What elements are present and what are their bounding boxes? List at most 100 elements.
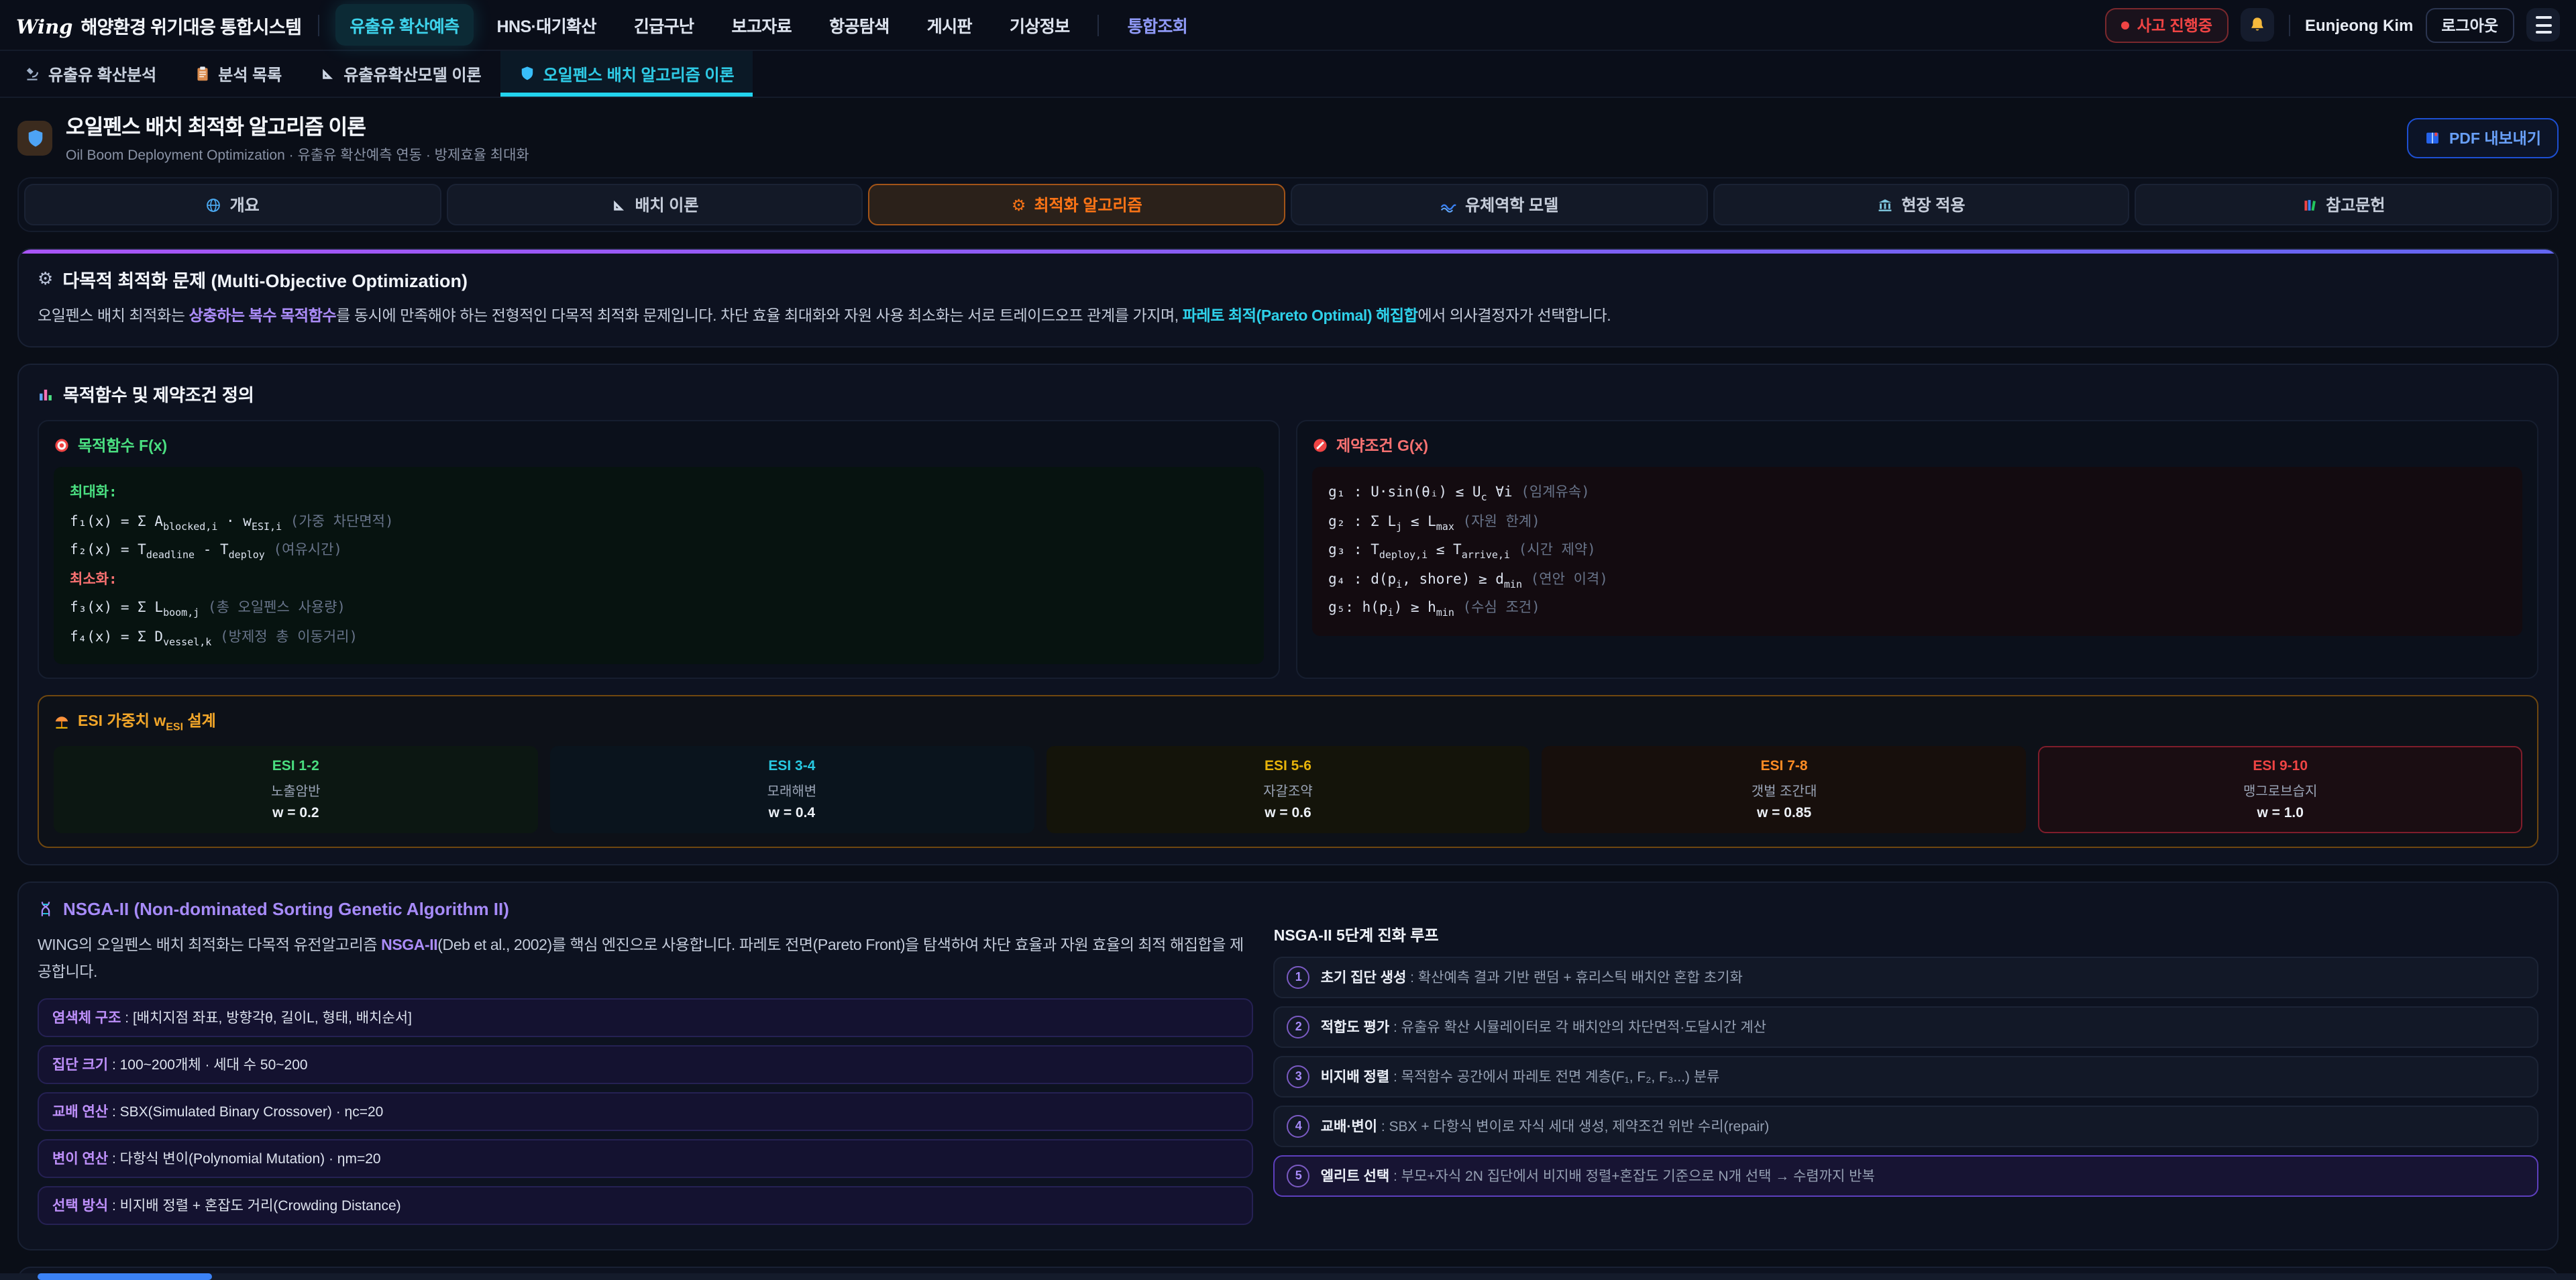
divider	[2289, 14, 2290, 36]
objective-panel: 목적함수 F(x) 최대화: f₁(x) = Σ Ablocked,i · wE…	[38, 420, 1280, 679]
nsga-card: NSGA-II (Non-dominated Sorting Genetic A…	[17, 881, 2559, 1250]
nsga-paragraph: WING의 오일펜스 배치 최적화는 다목적 유전알고리즘 NSGA-II(De…	[38, 932, 1254, 986]
page-header: 오일펜스 배치 최적화 알고리즘 이론 Oil Boom Deployment …	[17, 111, 2559, 165]
globe-icon	[206, 197, 222, 213]
multi-objective-paragraph: 오일펜스 배치 최적화는 상충하는 복수 목적함수를 동시에 만족해야 하는 전…	[38, 303, 2538, 330]
page-subtitle: Oil Boom Deployment Optimization · 유출유 확…	[66, 145, 529, 165]
wave-icon	[1440, 197, 1457, 213]
esi-weights-card: ESI 가중치 wESI 설계 ESI 1-2 노출암반 w = 0.2 ESI…	[38, 695, 2538, 847]
param-selection: 선택 방식 : 비지배 정렬 + 혼잡도 거리(Crowding Distanc…	[38, 1186, 1254, 1225]
objective-panel-title: 목적함수 F(x)	[54, 435, 1264, 456]
tab-hydrodynamics-model[interactable]: 유체역학 모델	[1291, 184, 1707, 225]
nav-aerial-search[interactable]: 항공탐색	[814, 4, 904, 46]
nav-reports[interactable]: 보고자료	[716, 4, 806, 46]
bell-icon	[2249, 16, 2266, 34]
nav-oil-spill-prediction[interactable]: 유출유 확산예측	[335, 4, 474, 46]
objective-f1: f₁(x) = Σ Ablocked,i · wESI,i (가중 차단면적)	[70, 508, 1248, 537]
notifications-button[interactable]	[2241, 8, 2274, 42]
top-right-controls: 사고 진행중 Eunjeong Kim 로그아웃	[2105, 7, 2560, 42]
target-icon	[54, 437, 70, 454]
bar-chart-icon	[38, 386, 54, 402]
incident-badge-label: 사고 진행중	[2137, 14, 2212, 36]
tab-field-application[interactable]: 현장 적용	[1713, 184, 2129, 225]
sub-tab-bar: 유출유 확산분석 분석 목록 유출유확산모델 이론 오일펜스 배치 알고리즘 이…	[0, 51, 2576, 98]
tab-optimization-algorithm[interactable]: ⚙ 최적화 알고리즘	[869, 184, 1285, 225]
constraint-g1: g₁ : U·sin(θᵢ) ≤ Uc ∀i (임계유속)	[1328, 479, 2506, 508]
building-icon	[1877, 197, 1893, 213]
gear-icon: ⚙	[1012, 195, 1026, 214]
subtab-spill-analysis[interactable]: 유출유 확산분석	[5, 51, 175, 97]
menu-icon	[2535, 16, 2551, 19]
esi-tile-grid: ESI 1-2 노출암반 w = 0.2 ESI 3-4 모래해변 w = 0.…	[54, 745, 2522, 833]
app-root: Wing 해양환경 위기대응 통합시스템 유출유 확산예측 HNS·대기확산 긴…	[0, 0, 2576, 1280]
esi-tile-7-8: ESI 7-8 갯벌 조간대 w = 0.85	[1542, 745, 2027, 833]
constraint-g3: g₃ : Tdeploy,i ≤ Tarrive,i (시간 제약)	[1328, 537, 2506, 566]
page-title-block: 오일펜스 배치 최적화 알고리즘 이론 Oil Boom Deployment …	[66, 111, 529, 165]
shield-icon	[519, 66, 535, 82]
param-crossover: 교배 연산 : SBX(Simulated Binary Crossover) …	[38, 1092, 1254, 1131]
clipboard-icon	[194, 66, 210, 82]
user-name: Eunjeong Kim	[2305, 15, 2413, 34]
nav-emergency-rescue[interactable]: 긴급구난	[619, 4, 709, 46]
app-logo[interactable]: Wing 해양환경 위기대응 통합시스템	[16, 11, 301, 38]
books-icon	[2302, 197, 2318, 213]
constraint-g5: g₅: h(pi) ≥ hmin (수심 조건)	[1328, 594, 2506, 623]
nav-integrated-search[interactable]: 통합조회	[1113, 4, 1203, 46]
step-number-icon: 4	[1287, 1114, 1310, 1137]
constraints-panel: 제약조건 G(x) g₁ : U·sin(θᵢ) ≤ Uc ∀i (임계유속) …	[1296, 420, 2538, 679]
set-square-icon	[319, 66, 335, 82]
status-dot-icon	[2121, 21, 2129, 29]
logout-button[interactable]: 로그아웃	[2425, 7, 2514, 42]
tab-references[interactable]: 참고문헌	[2135, 184, 2552, 225]
minimize-label: 최소화:	[70, 566, 1248, 594]
param-population: 집단 크기 : 100~200개체 · 세대 수 50~200	[38, 1045, 1254, 1084]
tab-deployment-theory[interactable]: 배치 이론	[446, 184, 863, 225]
section-tab-bar: 개요 배치 이론 ⚙ 최적화 알고리즘 유체역학 모델 현장 적용 참고문헌	[17, 177, 2559, 232]
menu-button[interactable]	[2526, 8, 2560, 42]
param-chromosome: 염색체 구조 : [배치지점 좌표, 방향각θ, 길이L, 형태, 배치순서]	[38, 998, 1254, 1037]
objective-code-block: 최대화: f₁(x) = Σ Ablocked,i · wESI,i (가중 차…	[54, 467, 1264, 664]
step-number-icon: 2	[1287, 1015, 1310, 1038]
divider	[317, 14, 319, 36]
loop-step-3: 3 비지배 정렬 : 목적함수 공간에서 파레토 전면 계층(F₁, F₂, F…	[1274, 1055, 2538, 1097]
incident-status-badge[interactable]: 사고 진행중	[2105, 7, 2229, 42]
gear-icon: ⚙	[38, 268, 53, 290]
evolution-loop-title: NSGA-II 5단계 진화 루프	[1274, 924, 2538, 945]
subtab-boom-algorithm-theory[interactable]: 오일펜스 배치 알고리즘 이론	[500, 51, 753, 97]
constraint-g4: g₄ : d(pi, shore) ≥ dmin (연안 이격)	[1328, 566, 2506, 594]
set-square-icon	[610, 197, 627, 213]
tab-overview[interactable]: 개요	[24, 184, 441, 225]
esi-weights-title: ESI 가중치 wESI 설계	[54, 710, 2522, 733]
loop-step-1: 1 초기 집단 생성 : 확산예측 결과 기반 랜덤 + 휴리스틱 배치안 혼합…	[1274, 956, 2538, 998]
subtab-diffusion-model-theory[interactable]: 유출유확산모델 이론	[301, 51, 500, 97]
step-number-icon: 5	[1287, 1164, 1310, 1187]
step-number-icon: 1	[1287, 965, 1310, 988]
esi-tile-1-2: ESI 1-2 노출암반 w = 0.2	[54, 745, 538, 833]
loop-step-5: 5 엘리트 선택 : 부모+자식 2N 집단에서 비지배 정렬+혼잡도 기준으로…	[1274, 1155, 2538, 1196]
loop-step-4: 4 교배·변이 : SBX + 다항식 변이로 자식 세대 생성, 제약조건 위…	[1274, 1105, 2538, 1146]
nsga-title: NSGA-II (Non-dominated Sorting Genetic A…	[38, 898, 2538, 918]
nav-board[interactable]: 게시판	[912, 4, 987, 46]
constraints-panel-title: 제약조건 G(x)	[1312, 435, 2522, 456]
nsga-left-column: WING의 오일펜스 배치 최적화는 다목적 유전알고리즘 NSGA-II(De…	[38, 921, 1254, 1233]
book-icon	[2425, 130, 2441, 146]
page-title: 오일펜스 배치 최적화 알고리즘 이론	[66, 111, 529, 141]
highlight-nsga: NSGA-II	[381, 937, 437, 953]
nav-weather-info[interactable]: 기상정보	[995, 4, 1085, 46]
pdf-export-button[interactable]: PDF 내보내기	[2408, 118, 2559, 158]
top-navbar: Wing 해양환경 위기대응 통합시스템 유출유 확산예측 HNS·대기확산 긴…	[0, 0, 2576, 51]
definition-panels: 목적함수 F(x) 최대화: f₁(x) = Σ Ablocked,i · wE…	[38, 420, 2538, 679]
page-shield-icon	[17, 121, 52, 156]
subtab-analysis-list[interactable]: 분석 목록	[175, 51, 301, 97]
step-number-icon: 3	[1287, 1065, 1310, 1087]
nav-hns-diffusion[interactable]: HNS·대기확산	[482, 4, 611, 46]
main-nav: 유출유 확산예측 HNS·대기확산 긴급구난 보고자료 항공탐색 게시판 기상정…	[335, 4, 1202, 46]
loop-step-2: 2 적합도 평가 : 유출유 확산 시뮬레이터로 각 배치안의 차단면적·도달시…	[1274, 1006, 2538, 1047]
constraint-g2: g₂ : Σ Lj ≤ Lmax (자원 한계)	[1328, 508, 2506, 537]
dna-icon	[38, 900, 54, 917]
objective-f3: f₃(x) = Σ Lboom,j (총 오일펜스 사용량)	[70, 594, 1248, 623]
multi-objective-title: ⚙ 다목적 최적화 문제 (Multi-Objective Optimizati…	[38, 266, 2538, 292]
definitions-title: 목적함수 및 제약조건 정의	[38, 381, 2538, 407]
objective-f4: f₄(x) = Σ Dvessel,k (방제정 총 이동거리)	[70, 623, 1248, 652]
nsga-grid: WING의 오일펜스 배치 최적화는 다목적 유전알고리즘 NSGA-II(De…	[38, 921, 2538, 1233]
